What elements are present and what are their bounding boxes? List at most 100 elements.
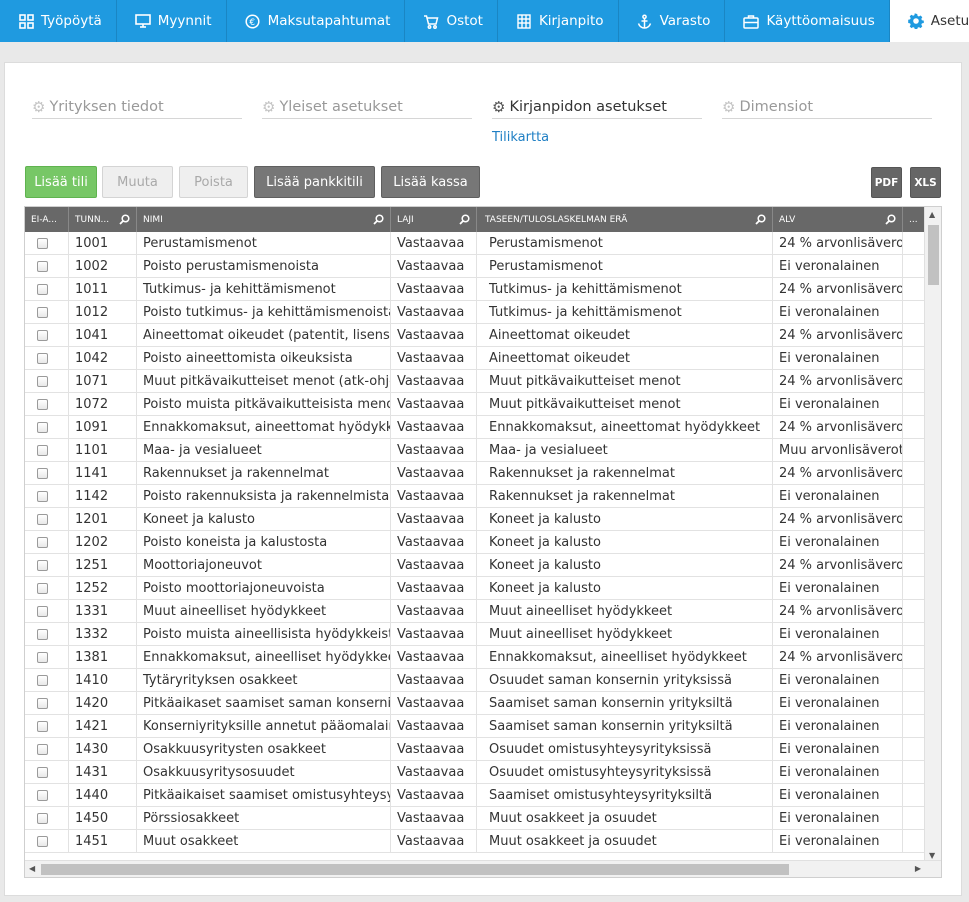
tab-dashboard[interactable]: Työpöytä xyxy=(0,0,117,42)
tab-sales[interactable]: Myynnit xyxy=(117,0,227,42)
table-row[interactable]: 1201 Koneet ja kalusto Vastaavaa Koneet ja … xyxy=(25,508,925,531)
row-checkbox[interactable] xyxy=(37,652,48,663)
table-row[interactable]: 1142 Poisto rakennuksista ja rakennelmist… xyxy=(25,485,925,508)
row-checkbox[interactable] xyxy=(37,514,48,525)
row-checkbox[interactable] xyxy=(37,261,48,272)
checkbox-cell xyxy=(25,600,69,623)
row-checkbox[interactable] xyxy=(37,307,48,318)
search-icon[interactable] xyxy=(119,214,130,225)
table-row[interactable]: 1001 Perustamismenot Vastaavaa Perustamisme… xyxy=(25,232,925,255)
tab-warehouse[interactable]: Varasto xyxy=(619,0,726,42)
column-header-name[interactable]: NIMI xyxy=(137,207,391,232)
row-checkbox[interactable] xyxy=(37,238,48,249)
search-icon[interactable] xyxy=(885,214,896,225)
table-row[interactable]: 1071 Muut pitkävaikutteiset menot (atk-oh… xyxy=(25,370,925,393)
table-row[interactable]: 1041 Aineettomat oikeudet (patentit, lise… xyxy=(25,324,925,347)
row-checkbox[interactable] xyxy=(37,767,48,778)
settings-tab-accounting[interactable]: ⚙ Kirjanpidon asetukset xyxy=(492,96,702,119)
scroll-up-arrow-icon[interactable]: ▲ xyxy=(929,210,935,219)
table-row[interactable]: 1042 Poisto aineettomista oikeuksista Vast… xyxy=(25,347,925,370)
row-checkbox[interactable] xyxy=(37,721,48,732)
search-icon[interactable] xyxy=(755,214,766,225)
table-row[interactable]: 1430 Osakkuusyritysten osakkeet Vastaavaa O… xyxy=(25,738,925,761)
table-row[interactable]: 1011 Tutkimus- ja kehittämismenot Vastaava… xyxy=(25,278,925,301)
export-pdf-button[interactable]: PDF xyxy=(871,167,902,198)
table-row[interactable]: 1252 Poisto moottoriajoneuvoista Vastaavaa… xyxy=(25,577,925,600)
table-row[interactable]: 1450 Pörssiosakkeet Vastaavaa Muut osakkeet… xyxy=(25,807,925,830)
column-header-inactive[interactable]: EI-A... xyxy=(25,207,69,232)
table-row[interactable]: 1072 Poisto muista pitkävaikutteisista me… xyxy=(25,393,925,416)
add-bank-account-button[interactable]: Lisää pankkitili xyxy=(254,166,375,198)
row-checkbox[interactable] xyxy=(37,560,48,571)
column-header-statement-item[interactable]: TASEEN/TULOSLASKELMAN ERÄ xyxy=(477,207,773,232)
table-row[interactable]: 1431 Osakkuusyritysosuudet Vastaavaa Osuude… xyxy=(25,761,925,784)
add-cash-button[interactable]: Lisää kassa xyxy=(381,166,480,198)
search-icon[interactable] xyxy=(373,214,384,225)
cell-vat: 24 % arvonlisävero xyxy=(773,462,903,485)
edit-button[interactable]: Muuta xyxy=(102,166,173,198)
row-checkbox[interactable] xyxy=(37,537,48,548)
row-checkbox[interactable] xyxy=(37,376,48,387)
scroll-down-arrow-icon[interactable]: ▼ xyxy=(929,851,935,860)
table-row[interactable]: 1331 Muut aineelliset hyödykkeet Vastaavaa… xyxy=(25,600,925,623)
row-checkbox[interactable] xyxy=(37,422,48,433)
tab-settings[interactable]: Asetukset xyxy=(889,0,969,42)
cell-code: 1410 xyxy=(69,669,137,692)
vertical-scroll-thumb[interactable] xyxy=(928,225,939,285)
row-checkbox[interactable] xyxy=(37,468,48,479)
table-row[interactable]: 1101 Maa- ja vesialueet Vastaavaa Maa- ja v… xyxy=(25,439,925,462)
add-account-button[interactable]: Lisää tili xyxy=(25,166,97,198)
table-row[interactable]: 1410 Tytäryrityksen osakkeet Vastaavaa Osuu… xyxy=(25,669,925,692)
cell-name: Poisto tutkimus- ja kehittämismenoista xyxy=(137,301,391,324)
search-icon[interactable] xyxy=(459,214,470,225)
tab-fixed-assets[interactable]: Käyttöomaisuus xyxy=(725,0,890,42)
table-row[interactable]: 1420 Pitkäaikaset saamiset saman konserni… xyxy=(25,692,925,715)
row-checkbox[interactable] xyxy=(37,353,48,364)
table-row[interactable]: 1012 Poisto tutkimus- ja kehittämismenois… xyxy=(25,301,925,324)
table-row[interactable]: 1440 Pitkäaikaiset saamiset omistusyhteys… xyxy=(25,784,925,807)
tab-purchases[interactable]: Ostot xyxy=(405,0,498,42)
row-checkbox[interactable] xyxy=(37,813,48,824)
row-checkbox[interactable] xyxy=(37,744,48,755)
column-header-vat[interactable]: ALV xyxy=(773,207,903,232)
cell-type: Vastaavaa xyxy=(391,830,477,853)
row-checkbox[interactable] xyxy=(37,491,48,502)
row-checkbox[interactable] xyxy=(37,445,48,456)
row-checkbox[interactable] xyxy=(37,629,48,640)
scroll-right-arrow-icon[interactable]: ▶ xyxy=(915,864,921,873)
table-row[interactable]: 1332 Poisto muista aineellisista hyödykke… xyxy=(25,623,925,646)
row-checkbox[interactable] xyxy=(37,698,48,709)
table-row[interactable]: 1381 Ennakkomaksut, aineelliset hyödykkee… xyxy=(25,646,925,669)
table-row[interactable]: 1091 Ennakkomaksut, aineettomat hyödykkee… xyxy=(25,416,925,439)
table-row[interactable]: 1251 Moottoriajoneuvot Vastaavaa Koneet ja … xyxy=(25,554,925,577)
tab-payments[interactable]: € Maksutapahtumat xyxy=(227,0,406,42)
export-xls-button[interactable]: XLS xyxy=(910,167,941,198)
chart-of-accounts-link[interactable]: Tilikartta xyxy=(492,130,549,145)
row-checkbox[interactable] xyxy=(37,836,48,847)
settings-tab-general[interactable]: ⚙ Yleiset asetukset xyxy=(262,96,472,119)
column-header-code[interactable]: TUNN... xyxy=(69,207,137,232)
settings-tab-dimensions[interactable]: ⚙ Dimensiot xyxy=(722,96,932,119)
horizontal-scroll-thumb[interactable] xyxy=(41,864,789,875)
row-checkbox[interactable] xyxy=(37,606,48,617)
cell-type: Vastaavaa xyxy=(391,462,477,485)
delete-button[interactable]: Poista xyxy=(179,166,248,198)
column-header-type[interactable]: LAJI xyxy=(391,207,477,232)
row-checkbox[interactable] xyxy=(37,399,48,410)
row-checkbox[interactable] xyxy=(37,790,48,801)
settings-tab-company-info[interactable]: ⚙ Yrityksen tiedot xyxy=(32,96,242,119)
scroll-left-arrow-icon[interactable]: ◀ xyxy=(29,864,35,873)
row-checkbox[interactable] xyxy=(37,330,48,341)
row-checkbox[interactable] xyxy=(37,284,48,295)
horizontal-scrollbar[interactable]: ◀ ▶ xyxy=(25,860,941,877)
row-checkbox[interactable] xyxy=(37,583,48,594)
row-checkbox[interactable] xyxy=(37,675,48,686)
column-header-more[interactable]: ... xyxy=(903,207,925,232)
table-row[interactable]: 1451 Muut osakkeet Vastaavaa Muut osakkeet … xyxy=(25,830,925,853)
table-row[interactable]: 1421 Konserniyrityksille annetut pääomala… xyxy=(25,715,925,738)
table-row[interactable]: 1202 Poisto koneista ja kalustosta Vastaav… xyxy=(25,531,925,554)
tab-accounting[interactable]: Kirjanpito xyxy=(498,0,619,42)
vertical-scrollbar[interactable]: ▲ ▼ xyxy=(924,207,941,862)
table-row[interactable]: 1002 Poisto perustamismenoista Vastaavaa Pe… xyxy=(25,255,925,278)
table-row[interactable]: 1141 Rakennukset ja rakennelmat Vastaavaa R… xyxy=(25,462,925,485)
